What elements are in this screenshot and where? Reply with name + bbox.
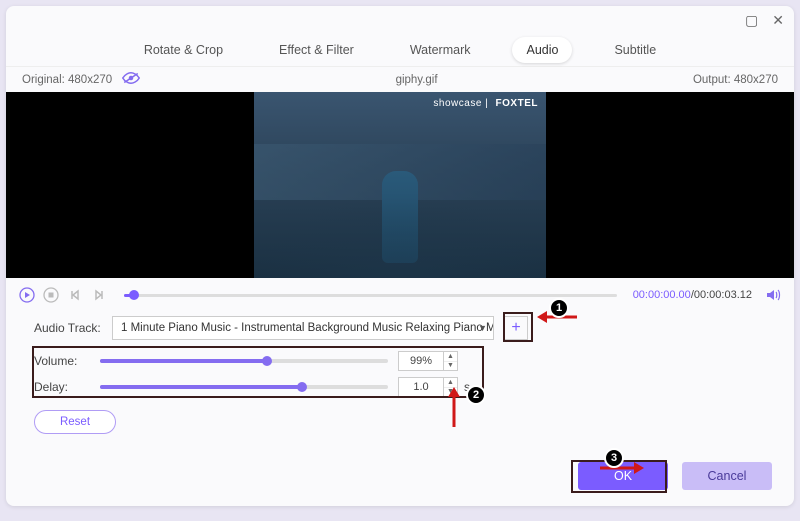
add-audio-button[interactable]: + bbox=[504, 316, 528, 340]
volume-icon[interactable] bbox=[764, 286, 782, 304]
play-button[interactable] bbox=[18, 286, 36, 304]
original-resolution-label: Original: 480x270 bbox=[22, 74, 112, 86]
tab-effect-filter[interactable]: Effect & Filter bbox=[265, 37, 368, 63]
visibility-toggle-icon[interactable] bbox=[122, 71, 140, 88]
info-bar: Original: 480x270 giphy.gif Output: 480x… bbox=[6, 66, 794, 92]
tabs: Rotate & Crop Effect & Filter Watermark … bbox=[6, 34, 794, 66]
titlebar: ▢ ✕ bbox=[6, 6, 794, 34]
close-icon[interactable]: ✕ bbox=[772, 12, 784, 29]
next-frame-button[interactable] bbox=[90, 286, 108, 304]
audio-track-label: Audio Track: bbox=[34, 321, 112, 335]
reset-button[interactable]: Reset bbox=[34, 410, 116, 434]
arrow-icon bbox=[447, 387, 461, 427]
volume-stepper[interactable]: ▲▼ bbox=[444, 351, 458, 371]
time-display: 00:00:00.00/00:00:03.12 bbox=[633, 289, 752, 301]
tab-watermark[interactable]: Watermark bbox=[396, 37, 485, 63]
seek-slider[interactable] bbox=[124, 294, 617, 297]
delay-slider[interactable] bbox=[100, 385, 388, 389]
video-preview: showcase | FOXTEL bbox=[6, 92, 794, 278]
preview-watermark: showcase | FOXTEL bbox=[433, 98, 538, 109]
volume-slider[interactable] bbox=[100, 359, 388, 363]
delay-label: Delay: bbox=[34, 380, 100, 394]
callout-1: 1 bbox=[549, 298, 569, 318]
callout-3: 3 bbox=[604, 448, 624, 468]
callout-2: 2 bbox=[466, 385, 486, 405]
volume-input[interactable]: 99% bbox=[398, 351, 444, 371]
stop-button[interactable] bbox=[42, 286, 60, 304]
delay-input[interactable]: 1.0 bbox=[398, 377, 444, 397]
tab-subtitle[interactable]: Subtitle bbox=[600, 37, 670, 63]
maximize-icon[interactable]: ▢ bbox=[745, 12, 758, 29]
tab-audio[interactable]: Audio bbox=[512, 37, 572, 63]
prev-frame-button[interactable] bbox=[66, 286, 84, 304]
filename-label: giphy.gif bbox=[396, 74, 438, 86]
cancel-button[interactable]: Cancel bbox=[682, 462, 772, 490]
playback-controls: 00:00:00.00/00:00:03.12 bbox=[6, 278, 794, 310]
audio-panel: Audio Track: 1 Minute Piano Music - Inst… bbox=[6, 310, 794, 446]
audio-track-select[interactable]: 1 Minute Piano Music - Instrumental Back… bbox=[112, 316, 494, 340]
output-resolution-label: Output: 480x270 bbox=[693, 74, 778, 86]
volume-label: Volume: bbox=[34, 354, 100, 368]
tab-rotate-crop[interactable]: Rotate & Crop bbox=[130, 37, 237, 63]
